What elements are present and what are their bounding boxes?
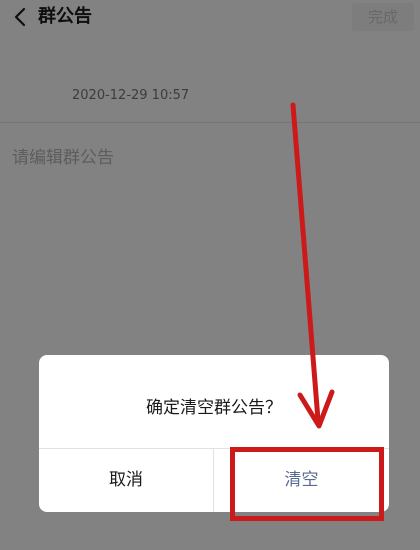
annotation-highlight-box [230, 447, 384, 521]
dialog-message: 确定清空群公告？ [146, 398, 282, 418]
cancel-button[interactable]: 取消 [39, 449, 214, 512]
